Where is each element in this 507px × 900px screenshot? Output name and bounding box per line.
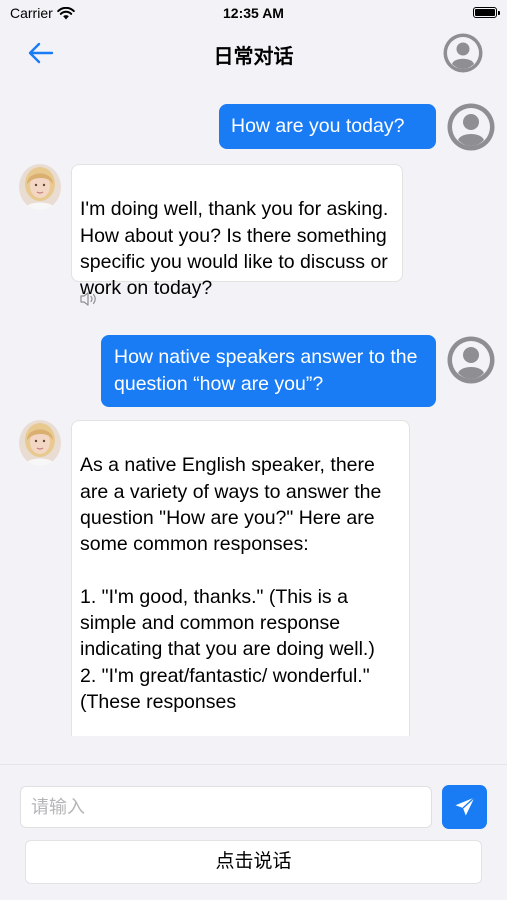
status-time: 12:35 AM: [223, 5, 284, 21]
message-text: How are you today?: [231, 115, 405, 137]
user-avatar-icon: [447, 336, 495, 384]
message-input[interactable]: [20, 786, 432, 828]
assistant-message-bubble: I'm doing well, thank you for asking. Ho…: [71, 164, 403, 299]
status-bar: Carrier 12:35 AM: [0, 0, 507, 26]
message-text: I'm doing well, thank you for asking. Ho…: [80, 198, 389, 300]
nav-bar: 日常对话: [0, 28, 507, 78]
message-text: As a native English speaker, there are a…: [80, 454, 382, 713]
assistant-avatar: [19, 164, 61, 210]
composer: 点击说话: [0, 764, 507, 900]
send-button[interactable]: [442, 785, 487, 829]
user-avatar-icon[interactable]: [443, 33, 483, 73]
message-text: How native speakers answer to the questi…: [114, 346, 418, 395]
user-message-bubble: How native speakers answer to the questi…: [101, 335, 436, 407]
send-icon: [455, 796, 475, 816]
push-to-talk-button[interactable]: 点击说话: [25, 840, 482, 884]
chat-screen: Carrier 12:35 AM 日常对话 How are you today?…: [0, 0, 507, 900]
assistant-avatar: [19, 420, 61, 466]
battery-icon: [473, 7, 500, 18]
message-list[interactable]: How are you today? I'm doing well, thank…: [0, 90, 507, 736]
user-message-bubble: How are you today?: [219, 104, 436, 149]
user-avatar-icon: [447, 103, 495, 151]
assistant-message-bubble: As a native English speaker, there are a…: [71, 420, 410, 736]
page-title: 日常对话: [213, 46, 294, 68]
speaker-icon[interactable]: [79, 291, 101, 307]
